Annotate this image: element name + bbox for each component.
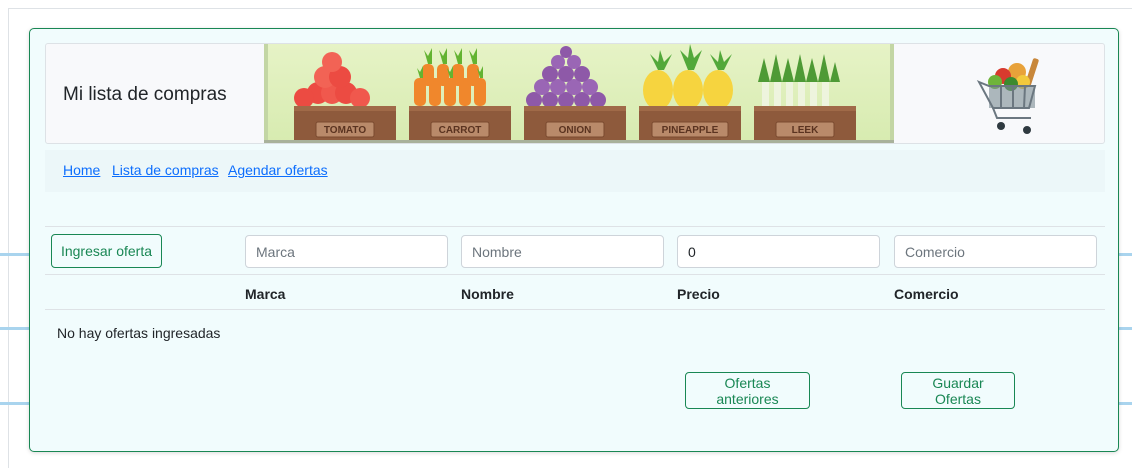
- previous-offers-button[interactable]: Ofertas anteriores: [685, 372, 810, 409]
- nav-link-home[interactable]: Home: [63, 162, 100, 178]
- empty-offers-message: No hay ofertas ingresadas: [57, 325, 221, 341]
- price-input[interactable]: [677, 235, 880, 268]
- divider: [45, 274, 1105, 275]
- vegetables-banner-image: TOMATO CARROT ONION PINEAPPLE LEEK: [264, 44, 894, 143]
- header-banner: Mi lista de compras TOMATO CARROT ONION …: [45, 43, 1105, 144]
- save-offers-button[interactable]: Guardar Ofertas: [901, 372, 1015, 409]
- pineapple-pile: [643, 44, 733, 110]
- tomato-pile: [294, 52, 370, 108]
- leek-pile: [758, 54, 840, 106]
- crate-label: CARROT: [439, 125, 482, 136]
- crate-label: LEEK: [792, 125, 819, 136]
- column-header-store: Comercio: [894, 286, 959, 302]
- divider: [45, 226, 1105, 227]
- offers-card: Mi lista de compras TOMATO CARROT ONION …: [29, 28, 1119, 452]
- column-header-price: Precio: [677, 286, 720, 302]
- carrot-pile: [414, 48, 486, 106]
- store-input[interactable]: [894, 235, 1097, 268]
- brand-input[interactable]: [245, 235, 448, 268]
- crate-label: ONION: [559, 125, 592, 136]
- app-title: Mi lista de compras: [63, 84, 227, 105]
- name-input[interactable]: [461, 235, 664, 268]
- crate-label: PINEAPPLE: [662, 125, 719, 136]
- nav-link-schedule-offers[interactable]: Agendar ofertas: [228, 162, 328, 178]
- navbar: Home Lista de compras Agendar ofertas: [45, 150, 1105, 192]
- shopping-cart-icon: [976, 58, 1039, 134]
- crate-label: TOMATO: [324, 125, 366, 136]
- add-offer-button[interactable]: Ingresar oferta: [51, 234, 162, 268]
- onion-pile: [526, 46, 606, 108]
- column-header-brand: Marca: [245, 286, 286, 302]
- nav-link-shopping-list[interactable]: Lista de compras: [112, 162, 219, 178]
- divider: [45, 309, 1105, 310]
- column-header-name: Nombre: [461, 286, 514, 302]
